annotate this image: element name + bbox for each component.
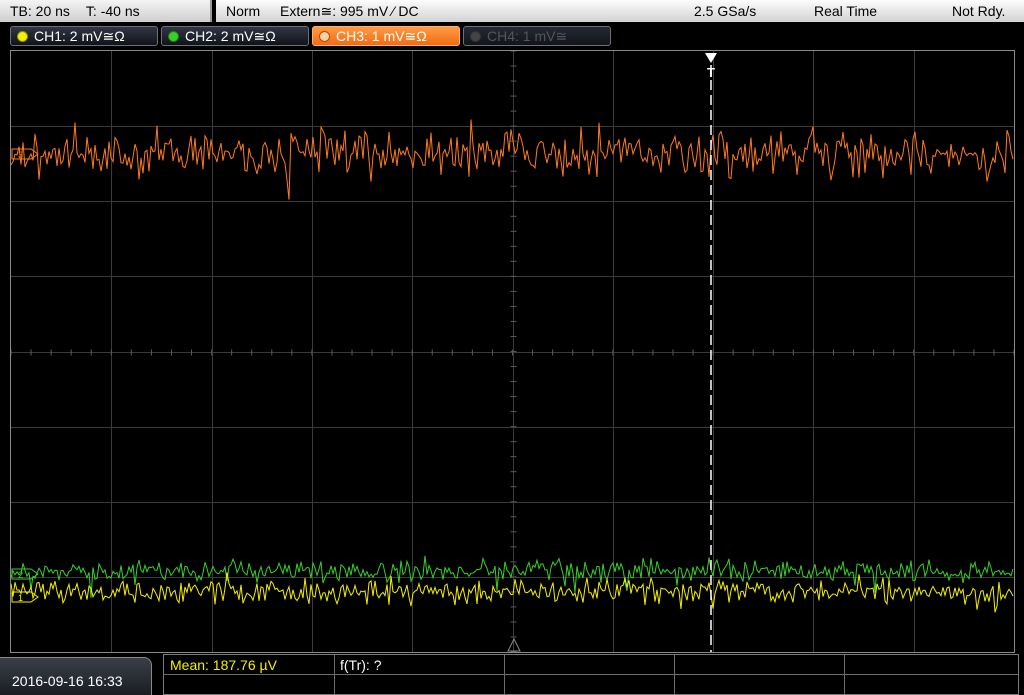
measurement-divider [334,655,335,694]
ch2-marker-label: 2 [18,570,23,580]
trigger-time-label[interactable]: T: -40 ns [86,3,140,19]
tab-ch3[interactable]: CH3: 1 mV≅Ω [312,26,460,46]
tab-ch1-label: CH1: 2 mV≅Ω [34,27,125,44]
date-time: 2016-09-16 16:33 [12,673,123,689]
tab-ch4-label: CH4: 1 mV≅ [487,27,568,44]
ch3-marker-label: 3 [18,150,23,160]
ch2-color-dot [168,30,179,42]
mean-measurement[interactable]: Mean: 187.76 µV [170,657,277,673]
sample-rate[interactable]: 2.5 GSa/s [694,3,756,19]
ch1-color-dot [17,30,28,42]
trigger-marker-label: T [707,65,715,80]
trigger-source[interactable]: Extern≅: 995 mV ⁄ DC [280,3,419,20]
measurement-divider [164,674,1018,675]
ch3-color-dot [319,30,330,42]
trigger-status: Not Rdy. [952,3,1006,19]
trigger-mode[interactable]: Norm [226,3,260,19]
tab-ch3-label: CH3: 1 mV≅Ω [336,27,427,44]
waveform-canvas[interactable]: T 3 2 1 [11,51,1014,652]
tab-ch1[interactable]: CH1: 2 mV≅Ω [10,26,158,46]
date-time-panel[interactable]: 2016-09-16 16:33 [0,657,152,695]
trigger-frequency-measurement[interactable]: f(Tr): ? [340,657,381,673]
ch1-level-marker[interactable]: 1 [11,591,39,603]
tab-ch2[interactable]: CH2: 2 mV≅Ω [161,26,309,46]
traces [11,119,1014,613]
measurement-panel[interactable]: Mean: 187.76 µV f(Tr): ? [163,654,1019,695]
ch1-marker-label: 1 [18,593,23,603]
measurement-divider [844,655,845,694]
trigger-arrow-icon[interactable] [705,53,717,63]
waveform-display[interactable]: T 3 2 1 [10,50,1015,653]
measurement-divider [504,655,505,694]
timebase-panel[interactable]: TB: 20 ns T: -40 ns [0,0,212,22]
measurement-divider [674,655,675,694]
status-bar: TB: 20 ns T: -40 ns Norm Extern≅: 995 mV… [0,0,1024,24]
tab-ch2-label: CH2: 2 mV≅Ω [185,27,276,44]
tab-ch4[interactable]: CH4: 1 mV≅ [463,26,611,46]
ch3-trace [11,119,1014,200]
trigger-panel[interactable]: Norm Extern≅: 995 mV ⁄ DC 2.5 GSa/s Real… [216,0,1024,22]
graticule [11,51,1014,652]
channel-tabs: CH1: 2 mV≅Ω CH2: 2 mV≅Ω CH3: 1 mV≅Ω CH4:… [0,26,1024,48]
acquisition-mode[interactable]: Real Time [814,3,877,19]
timebase-label[interactable]: TB: 20 ns [10,3,70,19]
ch4-color-dot [470,30,481,42]
